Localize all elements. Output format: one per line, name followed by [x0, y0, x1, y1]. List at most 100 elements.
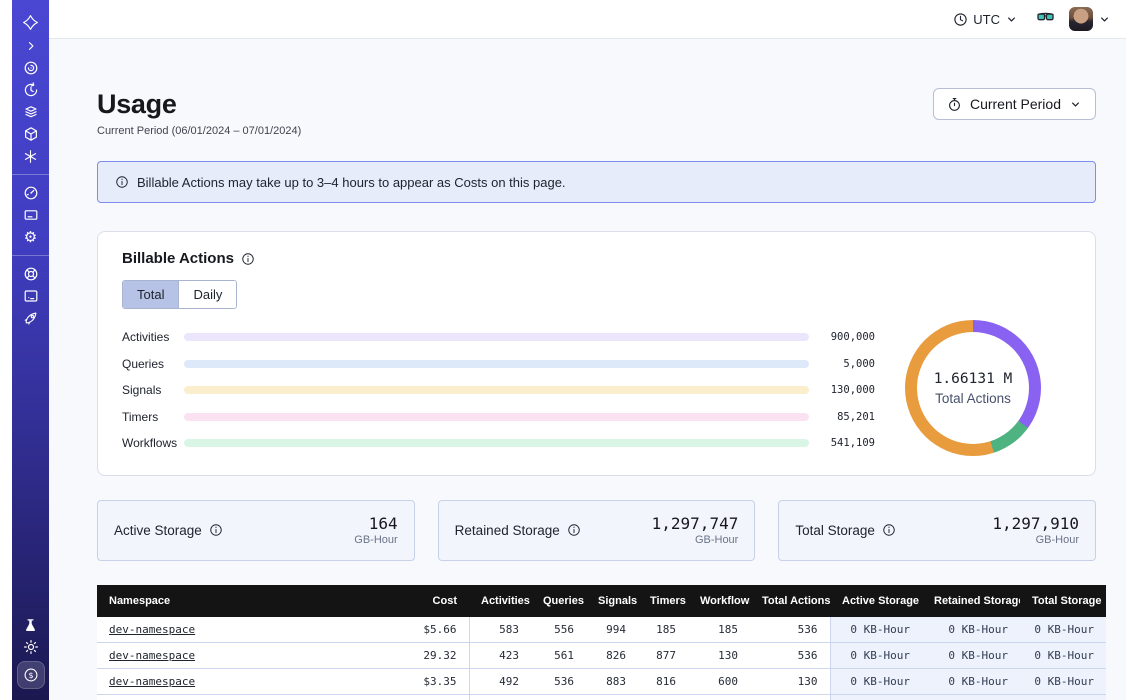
retained-storage-label: Retained Storage: [455, 523, 560, 538]
info-icon[interactable]: [882, 523, 896, 537]
info-icon[interactable]: [241, 252, 255, 266]
cell-cost: 29.32: [397, 642, 469, 668]
cell-activities: 583: [469, 617, 531, 643]
retained-storage-unit: GB-Hour: [652, 534, 739, 546]
pricing-coin-icon: $: [23, 667, 39, 683]
namespace-link[interactable]: dev-namespace: [109, 649, 195, 662]
cell-workflows: 130: [688, 642, 750, 668]
info-icon[interactable]: [567, 523, 581, 537]
bar-label: Timers: [122, 410, 184, 424]
donut-center-value: 1.66131 M: [934, 371, 1013, 387]
table-row: dev-namespace $5.66 583 556 994 185 185 …: [97, 617, 1106, 643]
col-total-storage: Total Storage: [1020, 585, 1106, 617]
theme-sun-icon[interactable]: [12, 636, 49, 658]
bar-label: Activities: [122, 330, 184, 344]
getting-started-rocket-icon[interactable]: [12, 307, 49, 329]
page-title: Usage: [97, 88, 301, 120]
cell-workflows: 185: [688, 617, 750, 643]
cell-timers: 816: [638, 668, 688, 694]
clock-icon: [953, 12, 968, 27]
cell-active-storage: 0 KB-Hour: [830, 642, 922, 668]
svg-text:$: $: [28, 671, 33, 680]
col-total-actions: Total Actions: [750, 585, 830, 617]
chevron-down-icon: [1069, 98, 1082, 111]
period-dropdown-label: Current Period: [970, 96, 1061, 112]
table-row-partial: [97, 694, 1106, 700]
info-icon: [115, 175, 129, 189]
bar-value: 541,109: [809, 437, 875, 449]
temporal-logo-icon[interactable]: [12, 9, 49, 35]
namespace-link[interactable]: dev-namespace: [109, 675, 195, 688]
deployments-cube-icon[interactable]: [12, 123, 49, 145]
cell-signals: 826: [586, 642, 638, 668]
col-timers: Timers: [638, 585, 688, 617]
total-storage-unit: GB-Hour: [992, 534, 1079, 546]
cell-active-storage: 0 KB-Hour: [830, 668, 922, 694]
tab-daily[interactable]: Daily: [178, 281, 236, 308]
feedback-console-icon[interactable]: [12, 285, 49, 307]
cell-queries: 536: [531, 668, 586, 694]
stacks-icon[interactable]: [12, 101, 49, 123]
timezone-selector[interactable]: UTC: [953, 12, 1018, 27]
col-workflows: Workflows: [688, 585, 750, 617]
cell-cost: $5.66: [397, 617, 469, 643]
bar-value: 5,000: [809, 358, 875, 370]
bar-track: [184, 360, 809, 368]
settings-gear-icon[interactable]: ⚙: [12, 226, 49, 248]
tab-total[interactable]: Total: [123, 281, 178, 308]
table-row: dev-namespace $3.35 492 536 883 816 600 …: [97, 668, 1106, 694]
cell-total-storage: 0 KB-Hour: [1020, 668, 1106, 694]
cell-activities: 492: [469, 668, 531, 694]
cell-active-storage: 0 KB-Hour: [830, 617, 922, 643]
bar-track: [184, 333, 809, 341]
cell-workflows: 600: [688, 668, 750, 694]
support-lifebuoy-icon[interactable]: [12, 263, 49, 285]
cell-retained-storage: 0 KB-Hour: [922, 642, 1020, 668]
storage-summary-row: Active Storage 164 GB-Hour Retained Stor…: [97, 500, 1096, 561]
col-signals: Signals: [586, 585, 638, 617]
col-activities: Activities: [469, 585, 531, 617]
cell-signals: 994: [586, 617, 638, 643]
labs-goggles-icon[interactable]: [1036, 9, 1055, 29]
bar-track: [184, 439, 809, 447]
nexus-asterisk-icon[interactable]: [12, 145, 49, 167]
bar-row-workflows: Workflows 541,109: [122, 430, 875, 457]
donut-chart-wrap: 1.66131 M Total Actions: [875, 320, 1071, 457]
account-menu[interactable]: [1069, 7, 1111, 31]
col-namespace: Namespace: [97, 585, 397, 617]
usage-meter-icon[interactable]: [12, 182, 49, 204]
cell-retained-storage: 0 KB-Hour: [922, 668, 1020, 694]
cell-total-actions: 536: [750, 642, 830, 668]
sidebar-divider: [12, 255, 49, 256]
info-banner: Billable Actions may take up to 3–4 hour…: [97, 161, 1096, 203]
sidebar-collapse-chevron-icon[interactable]: [12, 35, 49, 57]
labs-flask-icon[interactable]: [12, 614, 49, 636]
cell-timers: 185: [638, 617, 688, 643]
bar-row-signals: Signals 130,000: [122, 377, 875, 404]
col-queries: Queries: [531, 585, 586, 617]
namespaces-icon[interactable]: [12, 57, 49, 79]
active-storage-label: Active Storage: [114, 523, 202, 538]
period-dropdown-button[interactable]: Current Period: [933, 88, 1096, 120]
pricing-coin-item[interactable]: $: [12, 660, 49, 690]
bar-chart: Activities 900,000 Queries 5,000 Signals: [122, 320, 875, 457]
col-cost: Cost: [397, 585, 469, 617]
cell-queries: 561: [531, 642, 586, 668]
billable-actions-chart: Activities 900,000 Queries 5,000 Signals: [122, 320, 1071, 457]
info-icon[interactable]: [209, 523, 223, 537]
cell-activities: 423: [469, 642, 531, 668]
retained-storage-card: Retained Storage 1,297,747 GB-Hour: [438, 500, 756, 561]
billing-card-icon[interactable]: [12, 204, 49, 226]
schedules-icon[interactable]: [12, 79, 49, 101]
cell-total-storage: 0 KB-Hour: [1020, 642, 1106, 668]
sidebar: ⚙ $: [12, 0, 49, 700]
billable-actions-card: Billable Actions Total Daily Activities …: [97, 231, 1096, 476]
cell-signals: 883: [586, 668, 638, 694]
total-storage-card: Total Storage 1,297,910 GB-Hour: [778, 500, 1096, 561]
active-storage-unit: GB-Hour: [354, 534, 397, 546]
table-row: dev-namespace 29.32 423 561 826 877 130 …: [97, 642, 1106, 668]
bar-track: [184, 413, 809, 421]
namespace-link[interactable]: dev-namespace: [109, 623, 195, 636]
cell-cost: $3.35: [397, 668, 469, 694]
timezone-label: UTC: [973, 12, 1000, 27]
